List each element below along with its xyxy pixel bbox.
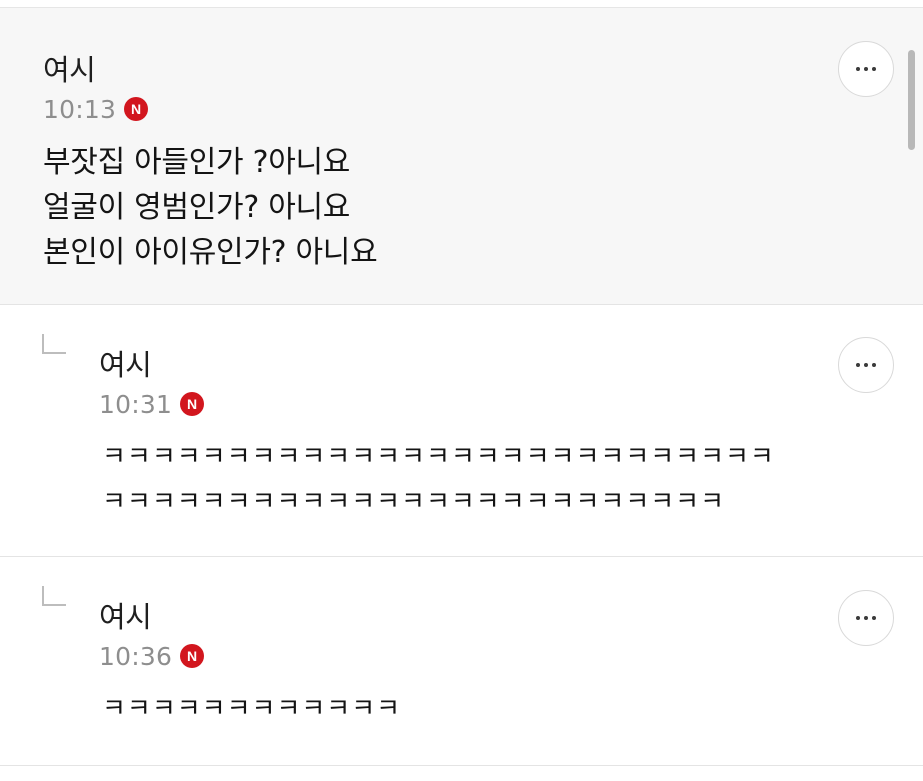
comment-body: 부잣집 아들인가 ?아니요얼굴이 영범인가? 아니요본인이 아이유인가? 아니요 bbox=[43, 140, 378, 275]
more-options-button[interactable] bbox=[838, 590, 894, 646]
comment-line: 얼굴이 영범인가? 아니요 bbox=[43, 190, 351, 225]
comment-time: 10:36 bbox=[99, 641, 173, 671]
reply-arrow-icon bbox=[42, 586, 66, 606]
more-horizontal-icon bbox=[856, 363, 876, 367]
divider bbox=[0, 765, 923, 766]
new-badge-icon: N bbox=[180, 644, 205, 668]
comment-meta: 10:36 N bbox=[99, 641, 205, 671]
more-options-button[interactable] bbox=[838, 41, 894, 97]
comment-author[interactable]: 여시 bbox=[99, 348, 152, 382]
more-horizontal-icon bbox=[856, 616, 876, 620]
comment-author[interactable]: 여시 bbox=[43, 53, 96, 87]
new-badge-icon: N bbox=[180, 392, 205, 416]
comment-body: ㅋㅋㅋㅋㅋㅋㅋㅋㅋㅋㅋㅋ bbox=[102, 687, 401, 732]
comment-line: ㅋㅋㅋㅋㅋㅋㅋㅋㅋㅋㅋㅋ bbox=[102, 694, 402, 724]
comment-meta: 10:31 N bbox=[99, 389, 205, 419]
comment-meta: 10:13 N bbox=[43, 94, 149, 124]
new-badge-icon: N bbox=[124, 97, 149, 121]
more-options-button[interactable] bbox=[838, 337, 894, 393]
scrollbar[interactable] bbox=[908, 50, 915, 150]
comment-body: ㅋㅋㅋㅋㅋㅋㅋㅋㅋㅋㅋㅋㅋㅋㅋㅋㅋㅋㅋㅋㅋㅋㅋㅋㅋㅋㅋ ㅋㅋㅋㅋㅋㅋㅋㅋㅋㅋㅋㅋㅋ… bbox=[102, 435, 775, 525]
comment-line: 부잣집 아들인가 ?아니요 bbox=[43, 145, 351, 180]
comment-author[interactable]: 여시 bbox=[99, 600, 152, 634]
comment: 여시 10:13 N 부잣집 아들인가 ?아니요얼굴이 영범인가? 아니요본인이… bbox=[0, 8, 923, 304]
comment-time: 10:31 bbox=[99, 389, 173, 419]
comment-line: ㅋㅋㅋㅋㅋㅋㅋㅋㅋㅋㅋㅋㅋㅋㅋㅋㅋㅋㅋㅋㅋㅋㅋㅋㅋㅋㅋ bbox=[102, 442, 775, 472]
comment-thread: 여시 10:13 N 부잣집 아들인가 ?아니요얼굴이 영범인가? 아니요본인이… bbox=[0, 0, 923, 781]
reply-comment: 여시 10:36 N ㅋㅋㅋㅋㅋㅋㅋㅋㅋㅋㅋㅋ bbox=[0, 557, 923, 765]
reply-arrow-icon bbox=[42, 334, 66, 354]
comment-time: 10:13 bbox=[43, 94, 117, 124]
comment-line: ㅋㅋㅋㅋㅋㅋㅋㅋㅋㅋㅋㅋㅋㅋㅋㅋㅋㅋㅋㅋㅋㅋㅋㅋㅋ bbox=[102, 487, 726, 517]
comment-line: 본인이 아이유인가? 아니요 bbox=[43, 235, 378, 270]
reply-comment: 여시 10:31 N ㅋㅋㅋㅋㅋㅋㅋㅋㅋㅋㅋㅋㅋㅋㅋㅋㅋㅋㅋㅋㅋㅋㅋㅋㅋㅋㅋ ㅋㅋ… bbox=[0, 305, 923, 556]
more-horizontal-icon bbox=[856, 67, 876, 71]
